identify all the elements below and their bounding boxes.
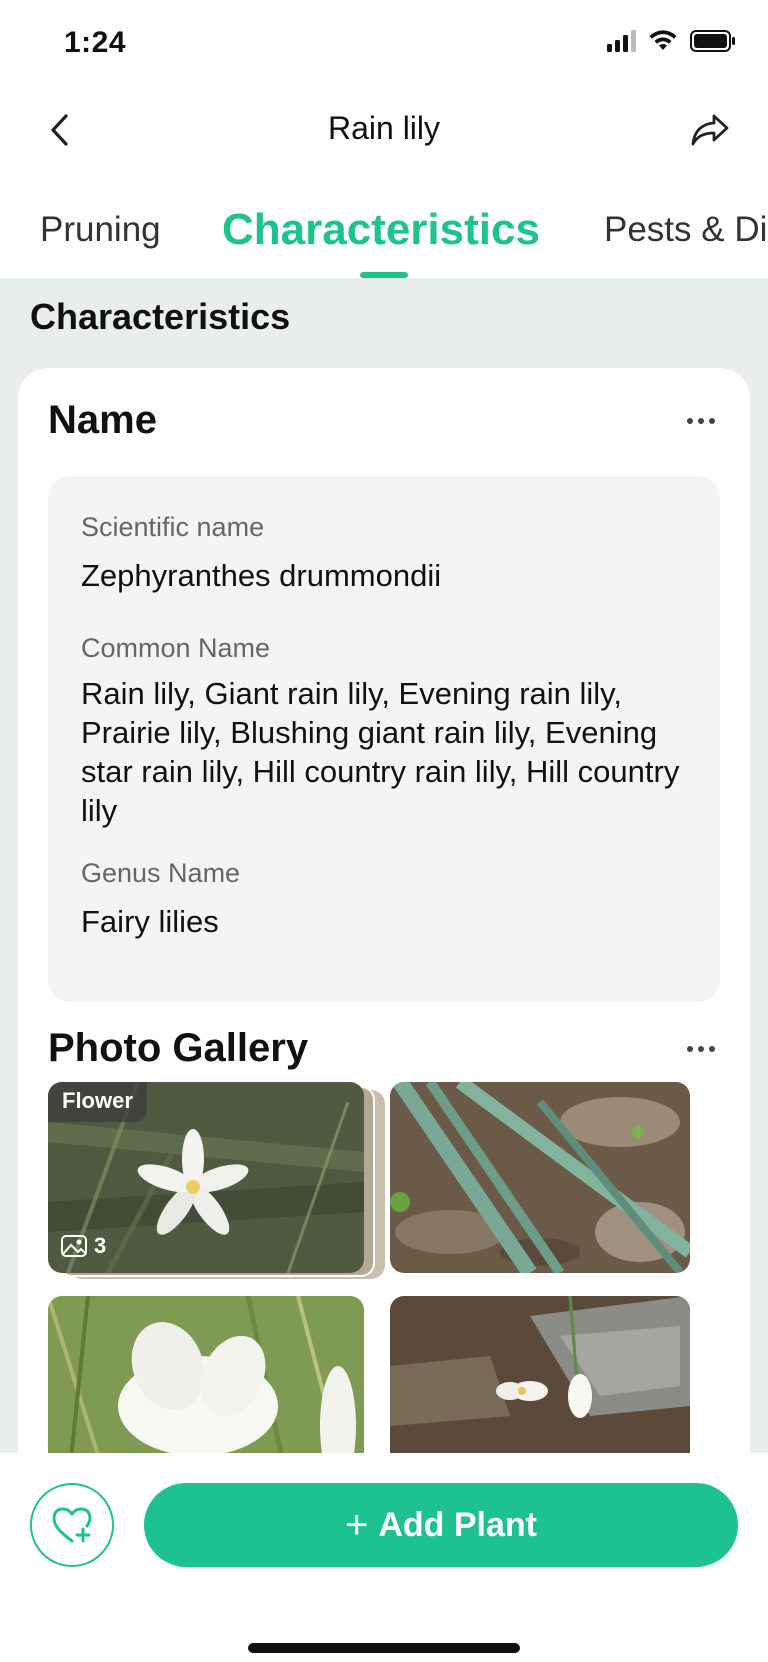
favorite-button[interactable]	[30, 1483, 114, 1567]
status-time: 1:24	[64, 26, 127, 59]
genus-name-label: Genus Name	[81, 858, 241, 888]
tab-pests-diseases[interactable]: Pests & Di	[604, 190, 767, 278]
home-indicator[interactable]	[248, 1643, 520, 1653]
gallery-photo-white-flower[interactable]	[48, 1296, 364, 1453]
share-icon	[691, 114, 729, 146]
more-dot	[687, 418, 693, 424]
photo-count: 3	[60, 1233, 106, 1259]
battery-icon	[690, 30, 735, 52]
name-more-button[interactable]	[676, 406, 726, 436]
white-flower-photo-image	[48, 1296, 364, 1453]
gallery-photo-leaves[interactable]	[390, 1082, 690, 1273]
status-bar: 1:24	[0, 0, 768, 90]
name-card: Name Scientific name Zephyranthes drummo…	[18, 368, 750, 1453]
scientific-name-value: Zephyranthes drummondii	[81, 558, 442, 593]
tab-characteristics[interactable]: Characteristics	[222, 190, 540, 278]
common-name-label: Common Name	[81, 633, 271, 663]
photo-gallery-title: Photo Gallery	[48, 1026, 309, 1070]
more-dot	[709, 1046, 715, 1052]
gallery-more-button[interactable]	[676, 1034, 726, 1064]
share-button[interactable]	[686, 106, 734, 154]
image-icon	[61, 1235, 87, 1257]
section-title: Characteristics	[30, 296, 291, 337]
plus-icon: +	[344, 1503, 369, 1547]
heart-plus-icon	[52, 1507, 92, 1543]
tab-pruning[interactable]: Pruning	[40, 190, 161, 278]
more-dot	[687, 1046, 693, 1052]
gallery-photo-flower[interactable]: Flower 3	[48, 1082, 364, 1273]
gallery-photo-rocks[interactable]	[390, 1296, 690, 1453]
page-title: Rain lily	[327, 110, 441, 146]
add-plant-button[interactable]: + Add Plant	[144, 1483, 738, 1567]
navigation-bar: Rain lily	[0, 90, 768, 170]
status-icons	[607, 30, 736, 52]
bottom-action-bar: + Add Plant	[0, 1453, 768, 1662]
name-info-box: Scientific name Zephyranthes drummondii …	[48, 476, 720, 1002]
cellular-signal-icon	[607, 30, 636, 52]
rocks-photo-image	[390, 1296, 690, 1453]
photo-count-number: 3	[94, 1233, 107, 1258]
common-name-value: Rain lily, Giant rain lily, Evening rain…	[81, 676, 680, 828]
tab-bar: Pruning Characteristics Pests & Di	[0, 190, 768, 278]
leaves-photo-image	[390, 1082, 690, 1273]
photo-tag: Flower	[48, 1082, 147, 1122]
scientific-name-label: Scientific name	[81, 512, 265, 542]
add-plant-label: Add Plant	[378, 1505, 538, 1544]
more-dot	[709, 418, 715, 424]
wifi-icon	[649, 30, 677, 50]
more-dot	[698, 1046, 704, 1052]
more-dot	[698, 418, 704, 424]
content-area[interactable]: Characteristics Name Scientific name Zep…	[0, 278, 768, 1453]
name-card-title: Name	[48, 398, 157, 442]
genus-name-value: Fairy lilies	[81, 904, 219, 939]
